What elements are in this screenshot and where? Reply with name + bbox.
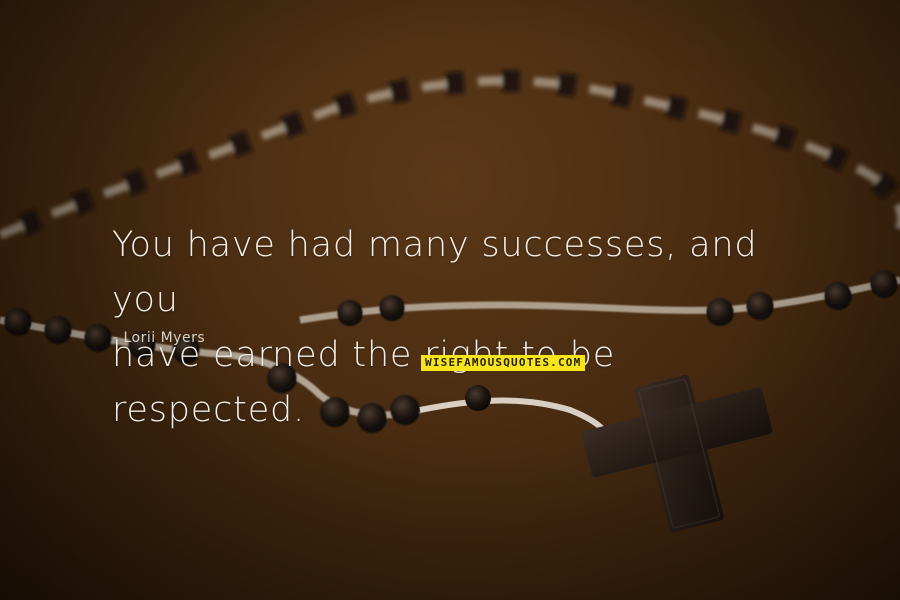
- rosary-upper-loop: [0, 69, 900, 246]
- quote-text: You have had many successes, and you hav…: [112, 218, 812, 438]
- site-watermark: WISEFAMOUSQUOTES.COM: [421, 355, 586, 371]
- quote-author: - Lorii Myers: [113, 330, 206, 346]
- quote-line-2: have earned the right to be respected.: [112, 335, 616, 430]
- quote-card: You have had many successes, and you hav…: [0, 0, 900, 600]
- quote-line-1: You have had many successes, and you: [112, 225, 758, 320]
